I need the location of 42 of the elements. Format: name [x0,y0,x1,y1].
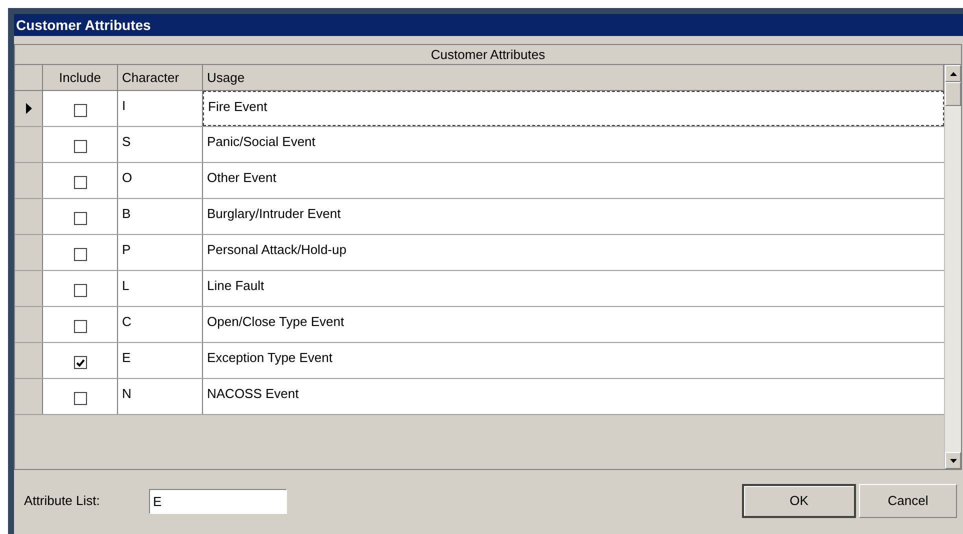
usage-cell: Open/Close Type Event [207,314,344,329]
down-arrow-icon [950,458,956,462]
attribute-list-label: Attribute List: [24,492,101,510]
character-cell: O [122,170,132,185]
include-checkbox[interactable] [74,392,86,405]
include-checkbox[interactable] [74,140,86,153]
include-checkbox[interactable] [74,104,86,117]
character-cell: E [122,350,131,365]
usage-cell: Fire Event [208,99,268,114]
column-header[interactable]: Include [43,65,118,90]
usage-cell: Exception Type Event [207,350,333,365]
include-checkbox[interactable] [74,356,86,369]
up-arrow-icon [950,72,956,76]
scroll-up-button[interactable] [945,65,961,82]
ok-button[interactable]: OK [742,484,856,518]
usage-cell: Line Fault [207,278,264,293]
column-header[interactable]: Character [118,65,203,90]
usage-cell: NACOSS Event [207,386,299,401]
window-title: Customer Attributes [14,14,963,36]
character-cell: L [122,278,130,293]
character-cell: S [122,134,131,149]
usage-cell: Burglary/Intruder Event [207,206,341,221]
usage-cell: Personal Attack/Hold-up [207,242,346,257]
include-checkbox[interactable] [74,248,86,261]
scroll-down-button[interactable] [945,452,961,469]
character-cell: P [122,242,131,257]
scroll-thumb[interactable] [945,82,961,106]
grid-caption: Customer Attributes [15,45,961,65]
usage-cell: Other Event [207,170,276,185]
usage-cell: Panic/Social Event [207,134,316,149]
current-row-icon [26,103,32,114]
include-checkbox[interactable] [74,320,86,333]
character-cell: I [122,98,126,113]
character-cell: B [122,206,131,221]
include-checkbox[interactable] [74,176,86,189]
attribute-list-field[interactable]: E [149,488,287,514]
cancel-button[interactable]: Cancel [859,484,957,518]
character-cell: C [122,314,132,329]
character-cell: N [122,386,132,401]
include-checkbox[interactable] [74,284,86,297]
vertical-scrollbar[interactable] [944,65,961,469]
include-checkbox[interactable] [74,212,86,225]
